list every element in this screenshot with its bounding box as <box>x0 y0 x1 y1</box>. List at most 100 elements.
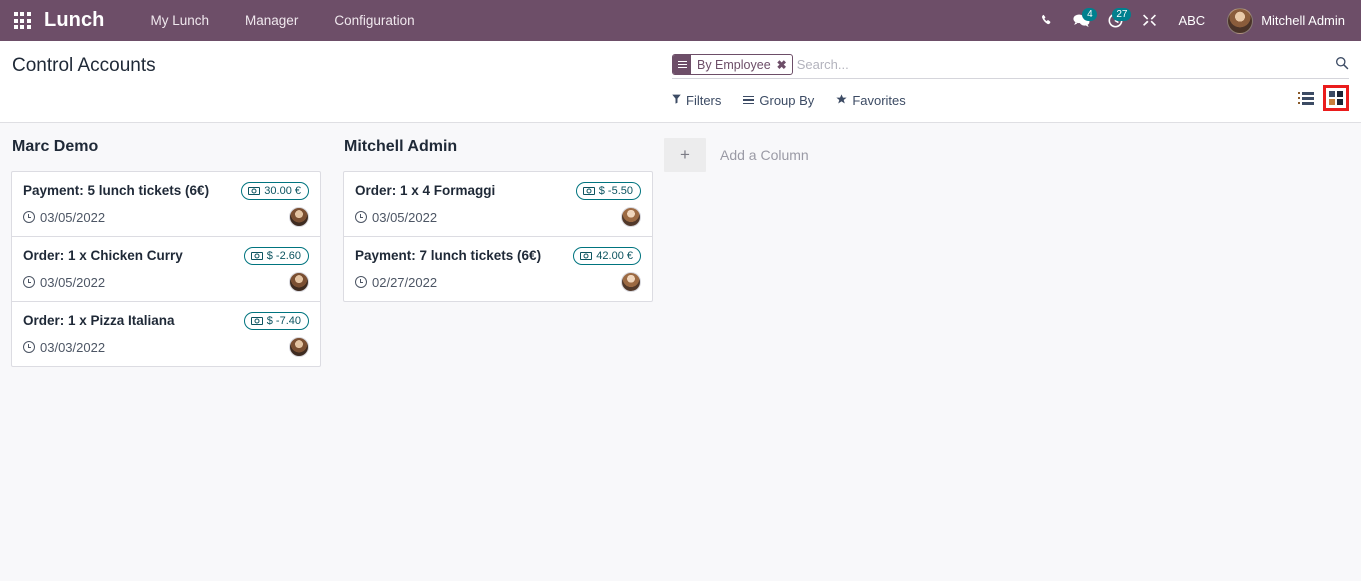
debug-abc-label[interactable]: ABC <box>1166 13 1217 28</box>
kanban-column-title[interactable]: Marc Demo <box>11 138 321 156</box>
menu-configuration[interactable]: Configuration <box>316 0 432 41</box>
search-facet-by-employee[interactable]: By Employee ✖ <box>672 54 793 75</box>
menu-manager[interactable]: Manager <box>227 0 316 41</box>
avatar <box>1227 7 1254 34</box>
kanban-card[interactable]: Order: 1 x Chicken Curry $ -2.60 03/05/2… <box>12 237 320 302</box>
kanban-card[interactable]: Order: 1 x 4 Formaggi $ -5.50 03/05/2022 <box>344 172 652 237</box>
control-panel: Control Accounts By Employee ✖ Search...… <box>0 41 1361 123</box>
clock-icon <box>23 341 35 353</box>
list-view-icon <box>1298 90 1314 107</box>
card-date-value: 03/05/2022 <box>372 209 438 225</box>
card-top-row: Payment: 5 lunch tickets (6€) 30.00 € <box>23 182 309 200</box>
card-date: 03/05/2022 <box>23 210 105 225</box>
amount-value: $ -5.50 <box>598 185 633 197</box>
card-title: Order: 1 x 4 Formaggi <box>355 183 496 198</box>
kanban-card[interactable]: Payment: 7 lunch tickets (6€) 42.00 € 02… <box>344 237 652 301</box>
kanban-column-title[interactable]: Mitchell Admin <box>343 138 653 156</box>
card-title: Order: 1 x Pizza Italiana <box>23 313 175 328</box>
view-switcher <box>1293 85 1349 111</box>
card-bottom-row: 03/05/2022 <box>23 207 309 227</box>
search-icon[interactable] <box>1327 56 1349 73</box>
search-input[interactable] <box>796 54 1327 75</box>
facet-label: By Employee <box>697 57 771 72</box>
card-date: 03/05/2022 <box>23 275 105 290</box>
clock-icon <box>23 211 35 223</box>
clock-icon <box>355 276 367 288</box>
messages-badge: 4 <box>1082 8 1098 21</box>
card-date: 02/27/2022 <box>355 275 437 290</box>
star-icon <box>836 93 847 108</box>
kanban-view-button[interactable] <box>1323 85 1349 111</box>
avatar <box>621 207 641 227</box>
card-date-value: 02/27/2022 <box>372 274 438 290</box>
amount-badge: 30.00 € <box>241 182 309 200</box>
group-by-lines-icon <box>673 55 691 74</box>
card-bottom-row: 03/05/2022 <box>355 207 641 227</box>
phone-icon[interactable] <box>1030 0 1064 41</box>
phone-glyph <box>1042 14 1051 24</box>
tools-icon[interactable] <box>1132 0 1166 41</box>
card-date-value: 03/05/2022 <box>40 274 106 290</box>
app-brand-lunch[interactable]: Lunch <box>44 9 105 32</box>
card-date-value: 03/05/2022 <box>40 209 106 225</box>
avatar <box>289 337 309 357</box>
funnel-icon <box>672 94 681 107</box>
card-date-value: 03/03/2022 <box>40 339 106 355</box>
funnel-glyph <box>672 94 681 104</box>
search-row: By Employee ✖ <box>672 51 1349 79</box>
money-bill-icon <box>580 252 593 260</box>
apps-grid-icon[interactable] <box>0 0 44 41</box>
card-date: 03/05/2022 <box>355 210 437 225</box>
top-navbar: Lunch My Lunch Manager Configuration 4 2… <box>0 0 1361 41</box>
list-view-button[interactable] <box>1293 85 1319 111</box>
add-column-label[interactable]: Add a Column <box>720 138 809 172</box>
clock-icon <box>23 276 35 288</box>
money-bill-icon <box>250 252 263 260</box>
filter-row: Filters Group By Favorites <box>672 85 1349 111</box>
card-title: Payment: 7 lunch tickets (6€) <box>355 248 542 263</box>
amount-value: $ -2.60 <box>266 250 301 262</box>
card-bottom-row: 03/03/2022 <box>23 337 309 357</box>
menu-my-lunch[interactable]: My Lunch <box>133 0 228 41</box>
kanban-column-mitchell-admin: Mitchell Admin Order: 1 x 4 Formaggi $ -… <box>332 123 664 302</box>
amount-badge: 42.00 € <box>573 247 641 265</box>
add-column-zone[interactable]: + Add a Column <box>664 123 809 172</box>
group-by-button[interactable]: Group By <box>743 93 814 108</box>
kanban-card-stack: Payment: 5 lunch tickets (6€) 30.00 € 03… <box>11 171 321 367</box>
money-bill-icon <box>250 317 263 325</box>
facet-remove-icon[interactable]: ✖ <box>776 55 792 74</box>
avatar <box>289 207 309 227</box>
navbar-right-group: 4 27 ABC Mitchell Admin <box>1030 0 1351 41</box>
card-top-row: Order: 1 x Chicken Curry $ -2.60 <box>23 247 309 265</box>
activities-clock-icon[interactable]: 27 <box>1098 0 1132 41</box>
amount-badge: $ -5.50 <box>575 182 641 200</box>
favorites-button[interactable]: Favorites <box>836 92 906 108</box>
kanban-column-marc-demo: Marc Demo Payment: 5 lunch tickets (6€) … <box>0 123 332 367</box>
card-top-row: Order: 1 x Pizza Italiana $ -7.40 <box>23 312 309 330</box>
activities-badge: 27 <box>1112 8 1132 21</box>
amount-badge: $ -2.60 <box>243 247 309 265</box>
card-title: Order: 1 x Chicken Curry <box>23 248 183 263</box>
filters-button[interactable]: Filters <box>672 93 721 108</box>
magnifier-glyph <box>1336 57 1349 70</box>
amount-value: 42.00 € <box>596 250 633 262</box>
messages-icon[interactable]: 4 <box>1064 0 1098 41</box>
clock-icon <box>355 211 367 223</box>
kanban-card[interactable]: Payment: 5 lunch tickets (6€) 30.00 € 03… <box>12 172 320 237</box>
lines-icon <box>743 94 755 107</box>
add-column-plus-icon[interactable]: + <box>664 138 706 172</box>
amount-value: 30.00 € <box>264 185 301 197</box>
amount-value: $ -7.40 <box>266 315 301 327</box>
card-bottom-row: 03/05/2022 <box>23 272 309 292</box>
wrench-screwdriver-glyph <box>1142 14 1156 26</box>
user-menu[interactable]: Mitchell Admin <box>1217 7 1351 34</box>
card-top-row: Order: 1 x 4 Formaggi $ -5.50 <box>355 182 641 200</box>
kanban-card[interactable]: Order: 1 x Pizza Italiana $ -7.40 03/03/… <box>12 302 320 366</box>
card-bottom-row: 02/27/2022 <box>355 272 641 292</box>
kanban-board: Marc Demo Payment: 5 lunch tickets (6€) … <box>0 123 1361 581</box>
favorites-label: Favorites <box>852 92 906 108</box>
avatar <box>621 272 641 292</box>
card-title: Payment: 5 lunch tickets (6€) <box>23 183 210 198</box>
star-glyph <box>836 93 847 104</box>
money-bill-icon <box>248 187 261 195</box>
